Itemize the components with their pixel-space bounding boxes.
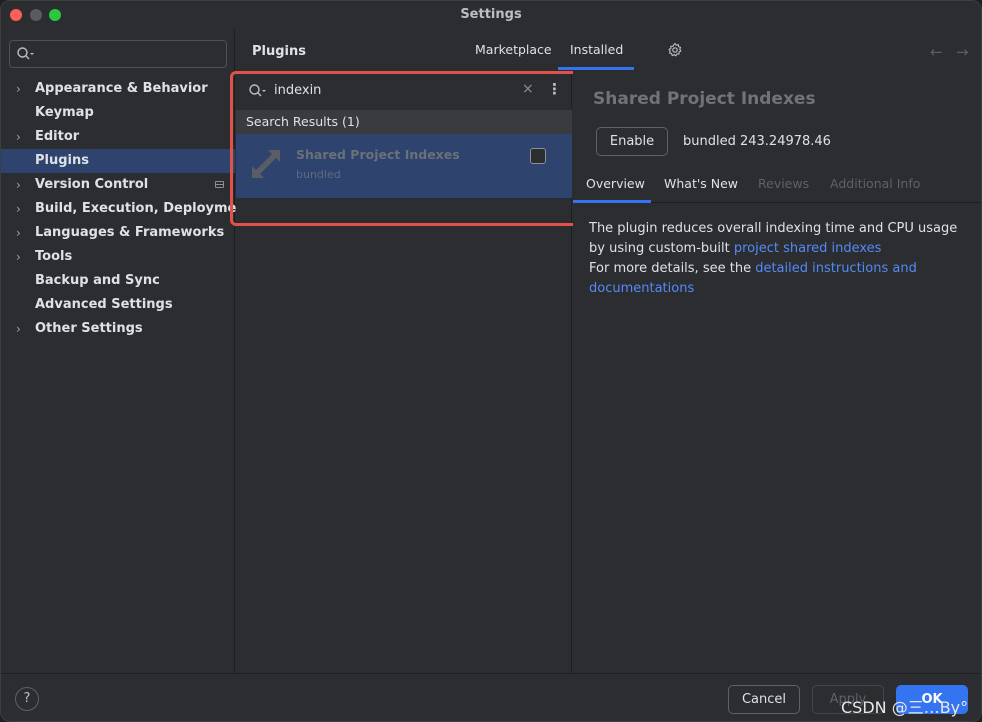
plugin-detail-title: Shared Project Indexes: [593, 89, 816, 109]
forward-arrow-icon[interactable]: →: [956, 43, 969, 61]
sidebar-item-advanced-settings[interactable]: Advanced Settings: [1, 293, 235, 317]
sidebar-item-version-control[interactable]: › Version Control: [1, 173, 235, 197]
chevron-right-icon[interactable]: ›: [16, 245, 21, 269]
sidebar-item-plugins[interactable]: Plugins: [1, 149, 235, 173]
sidebar-item-appearance-behavior[interactable]: › Appearance & Behavior: [1, 77, 235, 101]
chevron-right-icon[interactable]: ›: [16, 197, 21, 221]
plugin-description: The plugin reduces overall indexing time…: [589, 219, 969, 299]
tab-reviews[interactable]: Reviews: [758, 176, 809, 191]
sidebar-item-label: Tools: [35, 249, 73, 264]
sidebar-item-label: Plugins: [35, 153, 89, 168]
tab-additional-info[interactable]: Additional Info: [830, 176, 920, 191]
active-tab-indicator: [558, 67, 634, 70]
tab-whats-new[interactable]: What's New: [664, 176, 738, 191]
chevron-right-icon[interactable]: ›: [16, 221, 21, 245]
settings-nav: › Appearance & Behavior Keymap › Editor …: [1, 77, 252, 341]
sidebar-item-label: Appearance & Behavior: [35, 81, 208, 96]
sidebar-item-other-settings[interactable]: › Other Settings: [1, 317, 235, 341]
plugin-version: bundled 243.24978.46: [683, 134, 831, 149]
chevron-right-icon[interactable]: ›: [16, 125, 21, 149]
project-shared-indexes-link[interactable]: project shared indexes: [734, 241, 882, 256]
window-title: Settings: [460, 7, 522, 22]
chevron-right-icon[interactable]: ›: [16, 77, 21, 101]
sidebar-item-tools[interactable]: › Tools: [1, 245, 235, 269]
sidebar-item-label: Editor: [35, 129, 80, 144]
title-bar: Settings: [1, 1, 981, 29]
project-level-icon: [215, 181, 224, 188]
settings-window: Settings › Appearance & Behavior Keymap …: [0, 0, 982, 722]
settings-search-input[interactable]: [9, 40, 227, 68]
tab-overview[interactable]: Overview: [586, 176, 645, 191]
sidebar-item-editor[interactable]: › Editor: [1, 125, 235, 149]
gear-icon[interactable]: [667, 42, 683, 58]
sidebar-item-label: Languages & Frameworks: [35, 225, 225, 240]
sidebar-item-label: Backup and Sync: [35, 273, 160, 288]
sidebar-item-label: Build, Execution, Deployment: [35, 201, 252, 216]
plugins-header: Plugins Marketplace Installed ← →: [236, 29, 981, 71]
sidebar-item-build-execution-deployment[interactable]: › Build, Execution, Deployment: [1, 197, 252, 221]
watermark-text: CSDN @三…By°: [841, 698, 969, 717]
enable-button[interactable]: Enable: [596, 127, 668, 156]
sidebar-item-label: Version Control: [35, 177, 149, 192]
sidebar-item-label: Advanced Settings: [35, 297, 173, 312]
detail-tabs: Overview What's New Reviews Additional I…: [573, 167, 981, 203]
tab-marketplace[interactable]: Marketplace: [475, 42, 552, 57]
sidebar-item-backup-and-sync[interactable]: Backup and Sync: [1, 269, 235, 293]
plugin-detail-panel: Shared Project Indexes Enable bundled 24…: [573, 71, 981, 673]
sidebar-item-label: Other Settings: [35, 321, 143, 336]
page-title: Plugins: [252, 44, 306, 59]
back-arrow-icon[interactable]: ←: [930, 43, 943, 61]
annotation-highlight-box: [230, 71, 580, 226]
settings-sidebar: › Appearance & Behavior Keymap › Editor …: [1, 29, 252, 673]
cancel-button[interactable]: Cancel: [728, 685, 800, 714]
sidebar-item-languages-frameworks[interactable]: › Languages & Frameworks: [1, 221, 235, 245]
sidebar-item-keymap[interactable]: Keymap: [1, 101, 235, 125]
description-text: For more details, see the: [589, 261, 756, 276]
chevron-right-icon[interactable]: ›: [16, 317, 21, 341]
search-icon: [17, 47, 34, 60]
chevron-right-icon[interactable]: ›: [16, 173, 21, 197]
dialog-footer: ? Cancel Apply OK CSDN @三…By°: [1, 673, 981, 721]
active-tab-indicator: [573, 200, 651, 203]
sidebar-item-label: Keymap: [35, 105, 94, 120]
tab-installed[interactable]: Installed: [570, 42, 623, 57]
help-button[interactable]: ?: [15, 687, 39, 711]
